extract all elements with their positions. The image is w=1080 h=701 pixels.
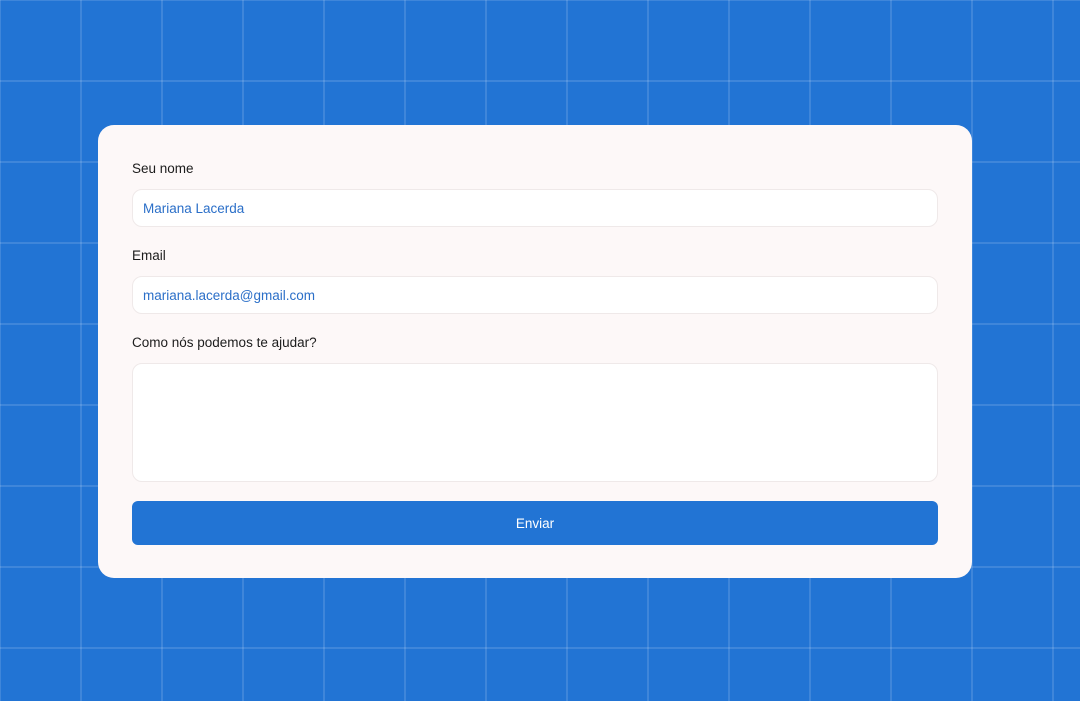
name-input[interactable] (132, 189, 938, 227)
email-label: Email (132, 248, 166, 263)
email-input[interactable] (132, 276, 938, 314)
name-label: Seu nome (132, 161, 194, 176)
page-background: { "form": { "name_label": "Seu nome", "n… (0, 0, 1080, 701)
message-textarea[interactable] (132, 363, 938, 482)
contact-form-card: Seu nome Email Como nós podemos te ajuda… (98, 125, 972, 578)
submit-button[interactable]: Enviar (132, 501, 938, 545)
message-label: Como nós podemos te ajudar? (132, 335, 317, 350)
